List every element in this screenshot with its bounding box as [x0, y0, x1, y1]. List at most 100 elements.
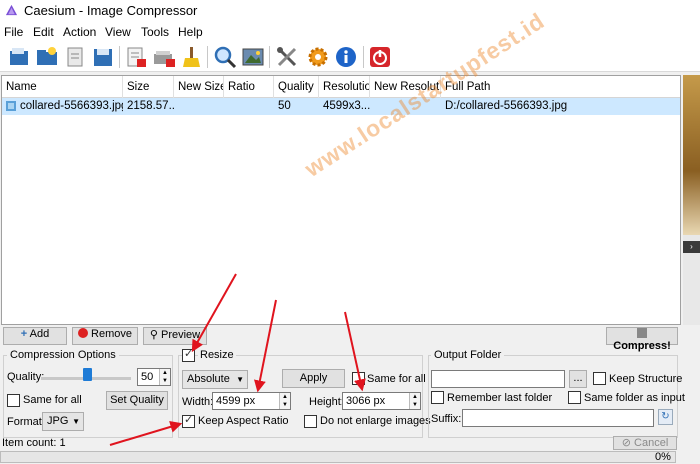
menu-edit[interactable]: Edit — [33, 25, 54, 39]
spin-arrows-icon[interactable]: ▲ ▼ — [279, 393, 290, 409]
column-new-size[interactable]: New Size — [174, 76, 224, 98]
output-folder-input[interactable] — [431, 370, 565, 388]
zoom-preview-icon[interactable] — [213, 45, 237, 69]
cell-quality: 50 — [278, 100, 291, 112]
progress-bar — [0, 451, 676, 463]
cell-name: collared-5566393.jpg — [20, 100, 123, 112]
spin-arrows-icon[interactable]: ▲ ▼ — [159, 369, 170, 385]
suffix-label: Suffix: — [431, 413, 462, 425]
table-row[interactable]: collared-5566393.jpg 2158.57... 50 4599x… — [2, 98, 680, 115]
cell-ratio — [224, 98, 274, 115]
save-icon[interactable] — [91, 45, 115, 69]
compress-button-label: Compress! — [613, 340, 671, 352]
remove-all-icon[interactable] — [152, 45, 176, 69]
checkmark-icon: ✓ — [184, 414, 194, 426]
width-label: Width: — [182, 396, 214, 408]
column-size[interactable]: Size — [123, 76, 174, 98]
keep-aspect-ratio-label: Keep Aspect Ratio — [198, 415, 289, 427]
image-preview-pane: › — [683, 75, 700, 325]
no-entry-icon — [77, 328, 88, 338]
height-spinbox[interactable]: 3066 px ▲ ▼ — [342, 392, 421, 410]
table-header: Name Size New Size Ratio Quality Resolut… — [2, 76, 680, 98]
cancel-button-label: Cancel — [634, 437, 669, 449]
cell-full-path: D:/collared-5566393.jpg — [445, 100, 568, 112]
suffix-input[interactable] — [462, 409, 654, 427]
preview-button[interactable]: ⚲ Preview — [143, 327, 207, 345]
checkmark-icon: ✓ — [184, 348, 194, 360]
exit-power-icon[interactable] — [368, 45, 392, 69]
preferences-gear-icon[interactable] — [306, 45, 330, 69]
menu-bar: File Edit Action View Tools Help — [0, 22, 700, 42]
no-enlarge-checkbox[interactable] — [304, 415, 317, 428]
apply-button[interactable]: Apply — [282, 369, 345, 388]
keep-aspect-ratio-checkbox[interactable]: ✓ — [182, 414, 195, 428]
resize-title: Resize — [198, 349, 236, 361]
width-spinbox[interactable]: 4599 px ▲ ▼ — [212, 392, 291, 410]
info-icon[interactable] — [334, 45, 358, 69]
resize-checkbox[interactable]: ✓ — [182, 348, 195, 362]
no-enlarge-label: Do not enlarge images — [320, 415, 431, 427]
compression-options-title: Compression Options — [7, 349, 119, 361]
compress-button[interactable]: Compress! — [606, 327, 678, 352]
keep-structure-checkbox[interactable] — [593, 372, 606, 385]
title-bar: Caesium - Image Compressor — [0, 0, 700, 22]
save-list-icon[interactable] — [63, 45, 87, 69]
column-ratio[interactable]: Ratio — [224, 76, 274, 98]
column-name[interactable]: Name — [2, 76, 123, 98]
same-folder-as-input-checkbox[interactable] — [568, 391, 581, 404]
column-resolution[interactable]: Resolution — [319, 76, 370, 98]
browse-button[interactable]: ... — [569, 370, 587, 388]
remove-button-label: Remove — [91, 328, 133, 340]
resize-mode-value: Absolute — [187, 373, 230, 385]
quality-slider-handle[interactable] — [83, 368, 92, 381]
image-preview-icon[interactable] — [241, 45, 265, 69]
add-button[interactable]: + Add — [3, 327, 67, 345]
preview-button-label: Preview — [161, 329, 201, 341]
resize-same-for-all-checkbox[interactable] — [352, 372, 365, 385]
file-list-table[interactable]: Name Size New Size Ratio Quality Resolut… — [1, 75, 681, 325]
chevron-down-icon: ▼ — [72, 417, 80, 426]
scroll-right-arrow-icon[interactable]: › — [683, 241, 700, 253]
chevron-down-icon: ▼ — [236, 375, 244, 384]
remember-last-folder-checkbox[interactable] — [431, 391, 444, 404]
menu-tools[interactable]: Tools — [141, 25, 169, 39]
search-icon: ⚲ — [149, 329, 158, 341]
refresh-icon[interactable]: ↻ — [658, 409, 673, 425]
compression-same-for-all-checkbox[interactable] — [7, 394, 20, 407]
resize-mode-select[interactable]: Absolute ▼ — [182, 370, 248, 389]
quality-spinbox-value: 50 — [141, 371, 154, 383]
menu-view[interactable]: View — [105, 25, 131, 39]
caesium-logo-icon — [5, 4, 18, 16]
add-folder-icon[interactable] — [35, 45, 59, 69]
status-bar: Item count: 1 ⊘ Cancel 0% — [0, 436, 700, 464]
format-label: Format: — [7, 416, 45, 428]
image-file-icon — [6, 101, 16, 111]
item-count: Item count: 1 — [2, 437, 66, 449]
settings-tools-icon[interactable] — [275, 45, 299, 69]
menu-help[interactable]: Help — [178, 25, 203, 39]
column-full-path[interactable]: Full Path — [441, 76, 680, 98]
remove-items-icon[interactable] — [124, 45, 148, 69]
width-spinbox-value: 4599 px — [216, 395, 256, 407]
column-quality[interactable]: Quality — [274, 76, 319, 98]
format-select-value: JPG — [47, 415, 69, 427]
clear-list-icon[interactable] — [179, 45, 203, 69]
cell-new-size — [174, 98, 224, 115]
menu-action[interactable]: Action — [63, 25, 96, 39]
cancel-button[interactable]: ⊘ Cancel — [613, 436, 677, 450]
spin-arrows-icon[interactable]: ▲ ▼ — [409, 393, 420, 409]
progress-percent: 0% — [655, 451, 671, 463]
window-title: Caesium - Image Compressor — [24, 3, 198, 18]
format-select[interactable]: JPG ▼ — [42, 412, 84, 431]
toolbar — [0, 42, 700, 72]
add-pictures-icon[interactable] — [7, 45, 31, 69]
remove-button[interactable]: Remove — [72, 327, 138, 345]
compression-same-for-all-label: Same for all — [23, 394, 82, 406]
height-label: Height: — [309, 396, 344, 408]
menu-file[interactable]: File — [4, 25, 23, 39]
output-folder-title: Output Folder — [431, 349, 505, 361]
set-quality-button[interactable]: Set Quality — [106, 391, 168, 410]
quality-spinbox[interactable]: 50 ▲ ▼ — [137, 368, 171, 386]
cell-resolution: 4599x3... — [323, 100, 370, 112]
same-folder-as-input-label: Same folder as input — [584, 392, 685, 404]
